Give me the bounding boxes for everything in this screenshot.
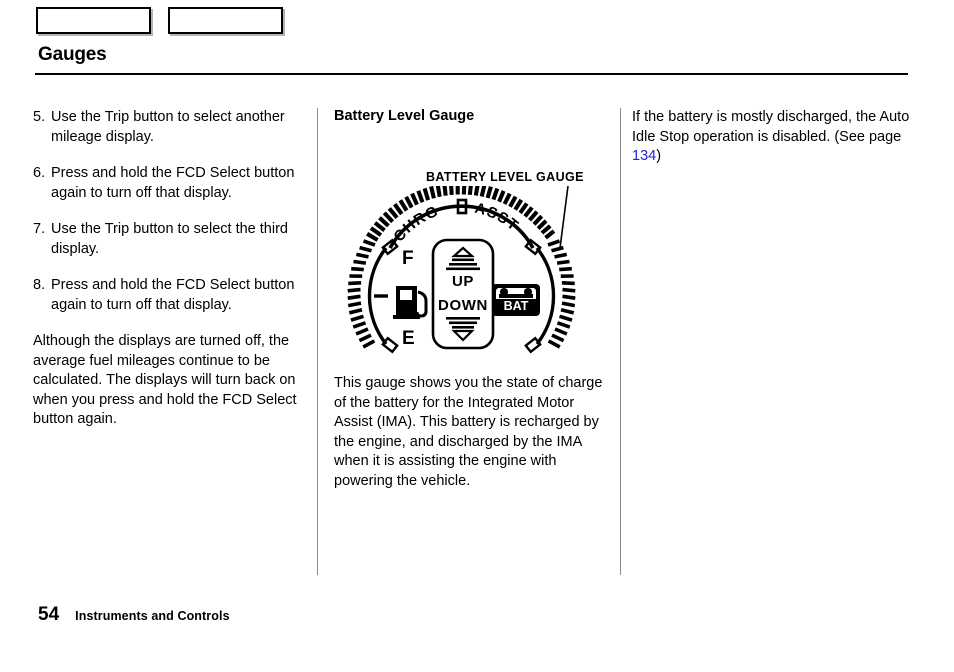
up-down-display: UP DOWN: [431, 238, 495, 350]
tab-2[interactable]: [168, 7, 283, 34]
fuel-gauge-arc: F E: [347, 238, 428, 354]
figure-caption: BATTERY LEVEL GAUGE: [426, 170, 584, 184]
page-reference-link[interactable]: 134: [632, 148, 656, 164]
battery-level-arc: BAT: [492, 238, 576, 354]
leader-line: [559, 186, 569, 249]
list-item: 5. Use the Trip button to select another…: [33, 108, 311, 147]
title-divider-rule: [35, 73, 908, 75]
svg-text:ASST: ASST: [473, 200, 522, 235]
auto-idle-stop-note-text-after: ): [656, 148, 662, 164]
label-down: DOWN: [438, 297, 488, 314]
label-asst: ASST: [473, 200, 522, 235]
list-item: 6. Press and hold the FCD Select button …: [33, 164, 311, 203]
page-title: Gauges: [38, 44, 107, 65]
charge-assist-arc: CHRG ASST: [366, 186, 556, 249]
label-fuel-empty: E: [402, 328, 415, 349]
footer-page-number: 54: [38, 604, 60, 625]
left-column: 5. Use the Trip button to select another…: [33, 108, 311, 446]
auto-idle-stop-note: If the battery is mostly discharged, the…: [632, 108, 912, 167]
column-divider-left: [317, 108, 318, 575]
battery-level-bottom-mark: [524, 336, 542, 354]
step-number: 6.: [33, 165, 46, 181]
up-arrow-icon: [446, 246, 480, 271]
down-arrow-icon: [446, 317, 480, 342]
step-number: 5.: [33, 109, 46, 125]
left-column-closing-paragraph: Although the displays are turned off, th…: [33, 333, 297, 427]
middle-column: Battery Level Gauge BATTERY LEVEL GAUGE: [334, 108, 610, 507]
step-text: Press and hold the FCD Select button aga…: [51, 277, 295, 313]
right-column: If the battery is mostly discharged, the…: [632, 108, 912, 183]
label-fuel-full: F: [402, 248, 414, 269]
step-number: 7.: [33, 221, 46, 237]
fuel-pump-icon: [393, 286, 428, 319]
column-divider-right: [620, 108, 621, 575]
tab-bar: [36, 7, 283, 34]
battery-gauge-description: This gauge shows you the state of charge…: [334, 375, 603, 489]
label-asst-text: ASST: [473, 200, 521, 235]
step-number: 8.: [33, 277, 46, 293]
label-up: UP: [452, 273, 474, 290]
step-text: Press and hold the FCD Select button aga…: [51, 165, 295, 201]
bat-icon-label: BAT: [504, 299, 529, 313]
list-item: 7. Use the Trip button to select the thi…: [33, 220, 311, 259]
step-text: Use the Trip button to select another mi…: [51, 109, 285, 145]
footer-section-name: Instruments and Controls: [75, 609, 230, 623]
bat-icon: BAT: [492, 284, 540, 316]
fuel-gauge-empty-mark: [381, 336, 399, 354]
battery-level-gauge-figure: BATTERY LEVEL GAUGE CHRG ASST F E BAT UP…: [334, 134, 610, 374]
step-text: Use the Trip button to select the third …: [51, 221, 288, 257]
section-heading-battery-level-gauge: Battery Level Gauge: [334, 108, 475, 124]
list-item: 8. Press and hold the FCD Select button …: [33, 276, 311, 315]
footer: 54 Instruments and Controls: [38, 604, 230, 626]
tab-1[interactable]: [36, 7, 151, 34]
auto-idle-stop-note-text-before: If the battery is mostly discharged, the…: [632, 109, 910, 145]
instrument-cluster-illustration: CHRG ASST F E BAT UP DOWN: [347, 186, 576, 354]
